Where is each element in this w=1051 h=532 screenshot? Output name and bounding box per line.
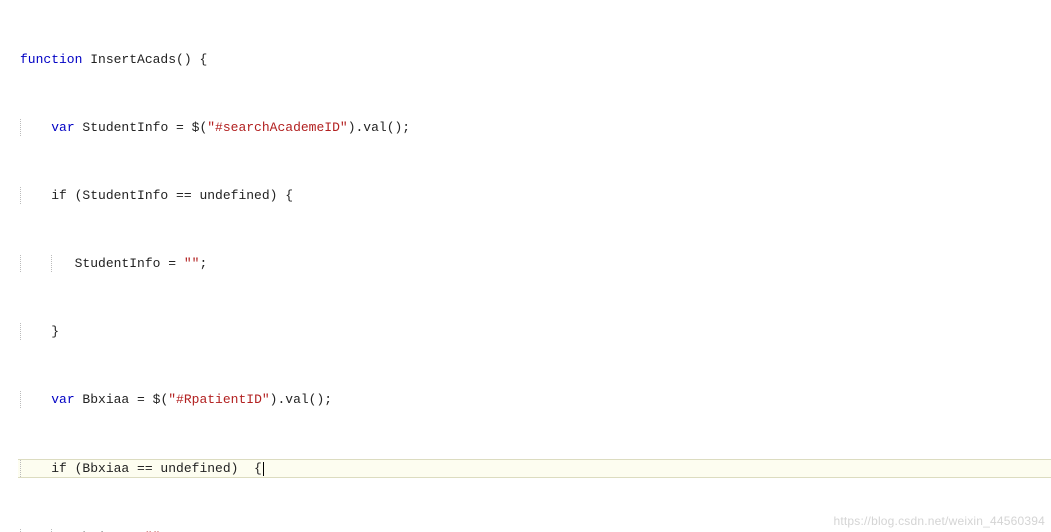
- code-line[interactable]: StudentInfo = "";: [18, 255, 1051, 272]
- code-line-active[interactable]: if (Bbxiaa == undefined) {: [18, 459, 1051, 478]
- code-area[interactable]: function InsertAcads() { var StudentInfo…: [18, 0, 1051, 532]
- code-line[interactable]: if (StudentInfo == undefined) {: [18, 187, 1051, 204]
- string-literal: "#searchAcademeID": [207, 120, 347, 135]
- keyword-function: function: [20, 52, 82, 67]
- code-line[interactable]: var StudentInfo = $("#searchAcademeID").…: [18, 119, 1051, 136]
- watermark: https://blog.csdn.net/weixin_44560394: [833, 513, 1045, 530]
- keyword-var: var: [51, 392, 74, 407]
- fn-name: InsertAcads: [82, 52, 176, 67]
- gutter: [0, 0, 18, 532]
- code-line[interactable]: function InsertAcads() {: [18, 51, 1051, 68]
- string-literal: "": [184, 256, 200, 271]
- code-editor[interactable]: //打印 function InsertAcads() { var Studen…: [0, 0, 1051, 532]
- string-literal: "#RpatientID": [168, 392, 269, 407]
- code-line[interactable]: var Bbxiaa = $("#RpatientID").val();: [18, 391, 1051, 408]
- keyword-var: var: [51, 120, 74, 135]
- text-cursor: [263, 462, 264, 476]
- code-line[interactable]: }: [18, 323, 1051, 340]
